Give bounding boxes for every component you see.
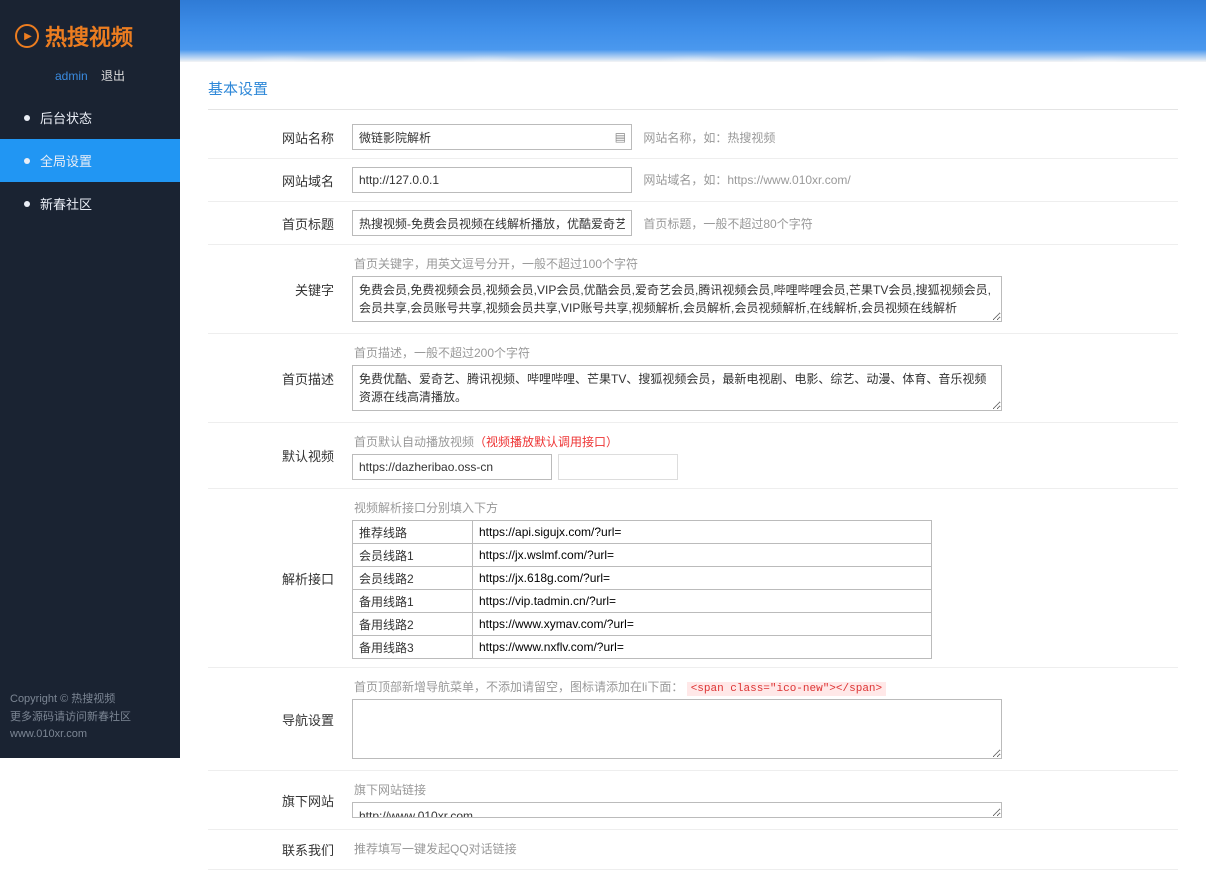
hint-nav-setting: 首页顶部新增导航菜单，不添加请留空，图标请添加在li下面： <span clas… [354,678,1174,695]
label-description: 首页描述 [208,334,348,423]
hint-site-domain: 网站域名，如：https://www.010xr.com/ [643,173,850,187]
hint-description: 首页描述，一般不超过200个字符 [354,344,1174,361]
route-row [353,613,932,636]
route-row [353,590,932,613]
hint-keywords: 首页关键字，用英文逗号分开，一般不超过100个字符 [354,255,1174,272]
input-description[interactable] [352,365,1002,411]
route-row [353,636,932,659]
main: 基本设置 网站名称 ▤ 网站名称，如：热搜视频 网站域名 [180,0,1206,886]
route-url-input[interactable] [473,613,931,635]
input-default-video-extra[interactable] [558,454,678,480]
label-contact: 联系我们 [208,830,348,870]
sidebar-footer: Copyright © 热搜视频 更多源码请访问新春社区www.010xr.co… [0,677,180,758]
nav-item-global[interactable]: 全局设置 [0,139,180,182]
label-nav-setting: 导航设置 [208,668,348,771]
input-site-domain[interactable] [352,167,632,193]
route-name-input[interactable] [353,544,472,566]
section-title: 基本设置 [208,78,1178,110]
input-nav-setting[interactable] [352,699,1002,759]
hint-site-name: 网站名称，如：热搜视频 [643,131,775,145]
input-flagship[interactable] [352,802,1002,818]
label-default-video: 默认视频 [208,423,348,489]
input-default-video[interactable] [352,454,552,480]
route-row [353,544,932,567]
banner [180,0,1206,62]
logo: 热搜视频 [0,0,180,67]
route-name-input[interactable] [353,567,472,589]
page-icon: ▤ [615,130,626,144]
route-url-input[interactable] [473,567,931,589]
code-snippet: <span class="ico-new"></span> [687,682,886,696]
label-parse-api: 解析接口 [208,489,348,668]
content: 基本设置 网站名称 ▤ 网站名称，如：热搜视频 网站域名 [180,62,1206,886]
route-url-input[interactable] [473,636,931,658]
copyright: Copyright © 热搜视频 [10,691,170,709]
hint-home-title: 首页标题，一般不超过80个字符 [643,217,812,231]
current-user[interactable]: admin [55,69,88,83]
hint-contact: 推荐填写一键发起QQ对话链接 [354,840,1174,857]
route-name-input[interactable] [353,613,472,635]
sidebar: 热搜视频 admin 退出 后台状态 全局设置 新春社区 Copyright ©… [0,0,180,758]
label-home-title: 首页标题 [208,202,348,245]
route-url-input[interactable] [473,590,931,612]
label-flagship: 旗下网站 [208,771,348,830]
footer-link: 更多源码请访问新春社区www.010xr.com [10,709,170,744]
route-url-input[interactable] [473,521,931,543]
settings-form: 网站名称 ▤ 网站名称，如：热搜视频 网站域名 网站域名，如：https://w… [208,116,1178,870]
route-name-input[interactable] [353,590,472,612]
route-row [353,567,932,590]
input-home-title[interactable] [352,210,632,236]
label-site-domain: 网站域名 [208,159,348,202]
nav-menu: 后台状态 全局设置 新春社区 [0,96,180,225]
input-keywords[interactable] [352,276,1002,322]
label-site-name: 网站名称 [208,116,348,159]
hint-parse-api: 视频解析接口分别填入下方 [354,499,1174,516]
nav-item-status[interactable]: 后台状态 [0,96,180,139]
nav-item-community[interactable]: 新春社区 [0,182,180,225]
brand-name: 热搜视频 [45,20,133,52]
user-bar: admin 退出 [0,67,180,96]
route-url-input[interactable] [473,544,931,566]
hint-default-video: 首页默认自动播放视频（视频播放默认调用接口） [354,433,1174,450]
hint-flagship: 旗下网站链接 [354,781,1174,798]
logout-link[interactable]: 退出 [101,69,125,83]
route-row [353,521,932,544]
input-site-name[interactable] [352,124,632,150]
route-name-input[interactable] [353,636,472,658]
label-keywords: 关键字 [208,245,348,334]
route-table [352,520,932,659]
route-name-input[interactable] [353,521,472,543]
play-circle-icon [15,24,39,48]
